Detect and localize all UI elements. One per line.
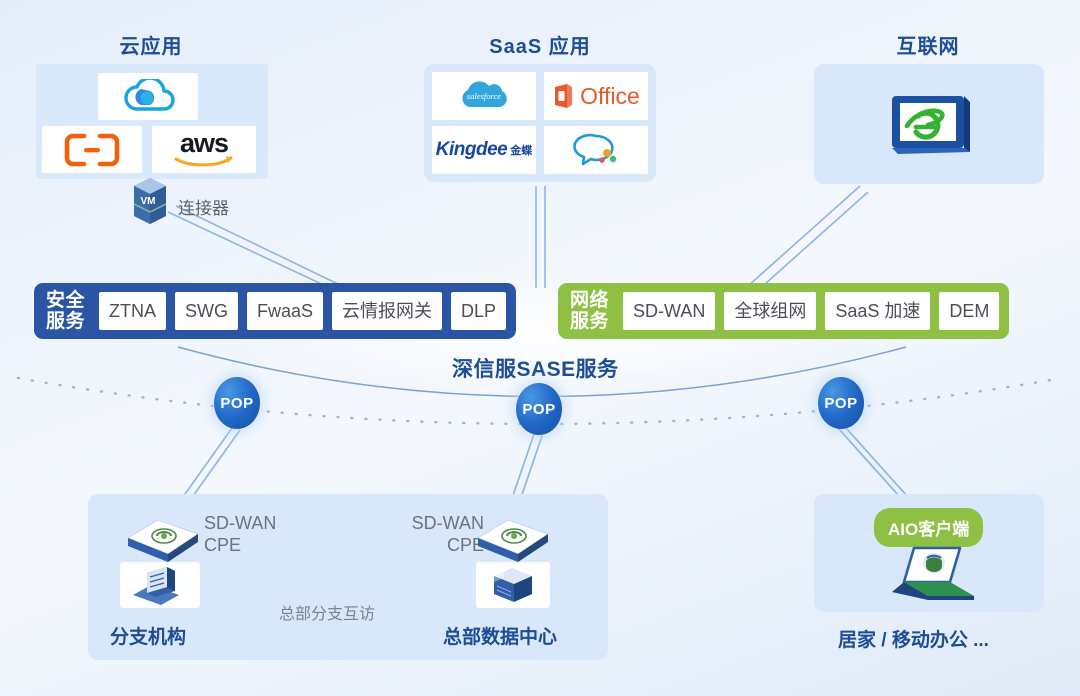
vm-connector-label: 连接器	[178, 199, 229, 218]
security-chip-cloud-intel-gateway[interactable]: 云情报网关	[332, 292, 443, 330]
saas-logo-tile-microsoft-office[interactable]: Office	[544, 72, 648, 120]
hq-cpe-label-line2: CPE	[446, 535, 484, 555]
aws-wordmark: aws	[179, 128, 229, 158]
network-chip-dem[interactable]: DEM	[939, 292, 1000, 330]
group-title-internet: 互联网	[896, 36, 960, 58]
kingdee-wordmark-cn: 金蝶	[510, 145, 533, 157]
saas-logo-tile-wecom[interactable]	[544, 126, 648, 174]
sase-service-label: 深信服SASE服务	[452, 358, 619, 381]
microsoft-office-icon	[555, 84, 573, 108]
security-services-label: 安全 服务	[42, 290, 90, 332]
cloud-logo-tile-tencent-cloud[interactable]	[98, 73, 198, 120]
tencent-cloud-icon	[124, 78, 175, 111]
wecom-chat-icon	[573, 133, 617, 166]
salesforce-icon: salesforce	[462, 81, 507, 107]
network-chip-sd-wan[interactable]: SD-WAN	[623, 292, 716, 330]
branch-cpe-label-line2: CPE	[204, 535, 242, 555]
branch-cpe-label-line1: SD-WAN	[204, 513, 277, 533]
saas-logo-tile-kingdee[interactable]: Kingdee 金蝶	[432, 126, 536, 174]
group-title-saas-apps: SaaS 应用	[489, 36, 591, 58]
network-label-line2: 服务	[570, 311, 610, 332]
svg-text:VM: VM	[141, 196, 156, 207]
pop-node-center[interactable]: POP	[516, 383, 562, 435]
branch-cpe-label: SD-WAN CPE	[204, 512, 276, 556]
cloud-logo-tile-alibaba-cloud[interactable]	[42, 126, 142, 173]
hq-cpe-label: SD-WAN CPE	[392, 512, 484, 556]
branch-building-icon	[133, 567, 179, 605]
network-chip-saas-acceleration[interactable]: SaaS 加速	[825, 292, 931, 330]
sangfor-shield-glyph	[923, 553, 945, 573]
security-label-line1: 安全	[46, 290, 86, 311]
salesforce-wordmark: salesforce	[467, 91, 501, 101]
datacenter-rack-icon	[494, 568, 532, 602]
branch-office-icon-tile	[120, 562, 200, 608]
pop-node-right[interactable]: POP	[818, 377, 864, 429]
security-chip-fwaas[interactable]: FwaaS	[247, 292, 324, 330]
pop-node-left[interactable]: POP	[214, 377, 260, 429]
branch-sd-wan-cpe-icon	[124, 512, 202, 569]
kingdee-wordmark: Kingdee	[435, 139, 508, 160]
group-title-cloud-apps: 云应用	[119, 36, 183, 58]
sase-architecture-diagram: 云应用 aws VM 连接器 SaaS 应用 salesforce Office…	[0, 0, 1080, 696]
security-services-bar: 安全 服务 ZTNA SWG FwaaS 云情报网关 DLP	[34, 283, 517, 339]
hq-datacenter-icon-tile	[476, 562, 550, 608]
branch-site-label: 分支机构	[110, 627, 187, 648]
cloud-logo-tile-aws[interactable]: aws	[152, 126, 256, 173]
security-chip-dlp[interactable]: DLP	[451, 292, 507, 330]
security-chip-ztna[interactable]: ZTNA	[99, 292, 167, 330]
hq-branch-interlink-label: 总部分支互访	[279, 606, 376, 623]
network-chip-global-networking[interactable]: 全球组网	[724, 292, 817, 330]
security-chip-swg[interactable]: SWG	[175, 292, 239, 330]
hq-site-label: 总部数据中心	[443, 627, 558, 648]
network-services-label: 网络 服务	[566, 290, 614, 332]
hq-cpe-label-line1: SD-WAN	[411, 513, 484, 533]
network-services-bar: 网络 服务 SD-WAN 全球组网 SaaS 加速 DEM	[558, 283, 1010, 339]
security-label-line2: 服务	[46, 311, 86, 332]
saas-logo-tile-salesforce[interactable]: salesforce	[432, 72, 536, 120]
remote-laptop-icon	[884, 542, 978, 611]
hq-sd-wan-cpe-icon	[474, 512, 552, 569]
vm-connector-icon: VM	[128, 174, 172, 229]
internet-browser-icon[interactable]	[888, 94, 972, 161]
remote-site-label: 居家 / 移动办公 ...	[838, 630, 989, 651]
aws-smile-icon	[174, 156, 233, 167]
network-label-line1: 网络	[570, 290, 610, 311]
alibaba-cloud-icon	[64, 133, 120, 166]
office-wordmark: Office	[580, 82, 640, 109]
